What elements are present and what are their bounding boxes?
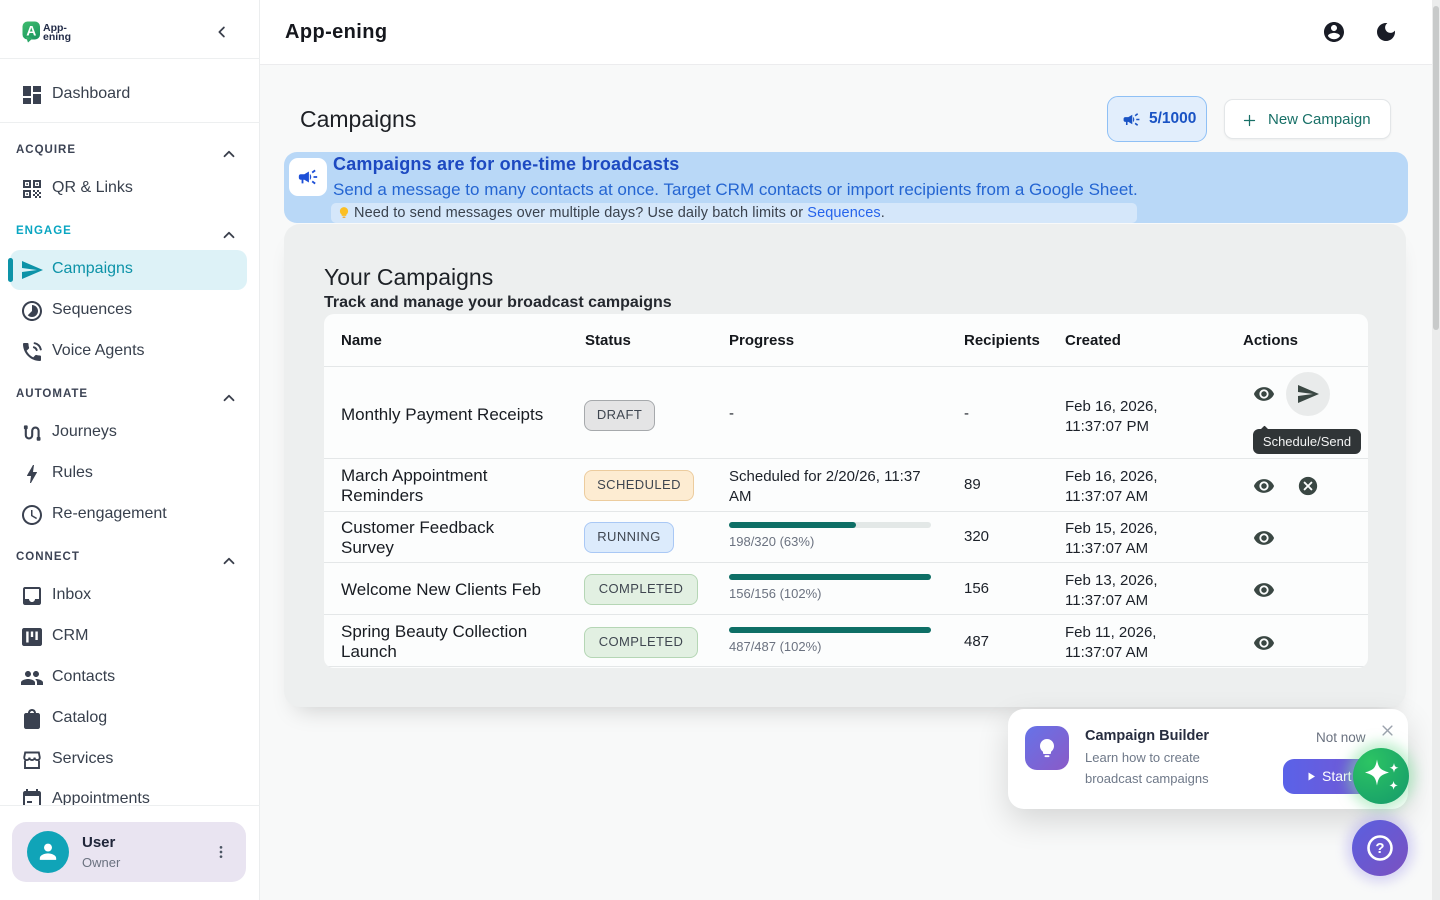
svg-text:A: A xyxy=(26,23,36,39)
svg-text:?: ? xyxy=(1375,840,1384,857)
